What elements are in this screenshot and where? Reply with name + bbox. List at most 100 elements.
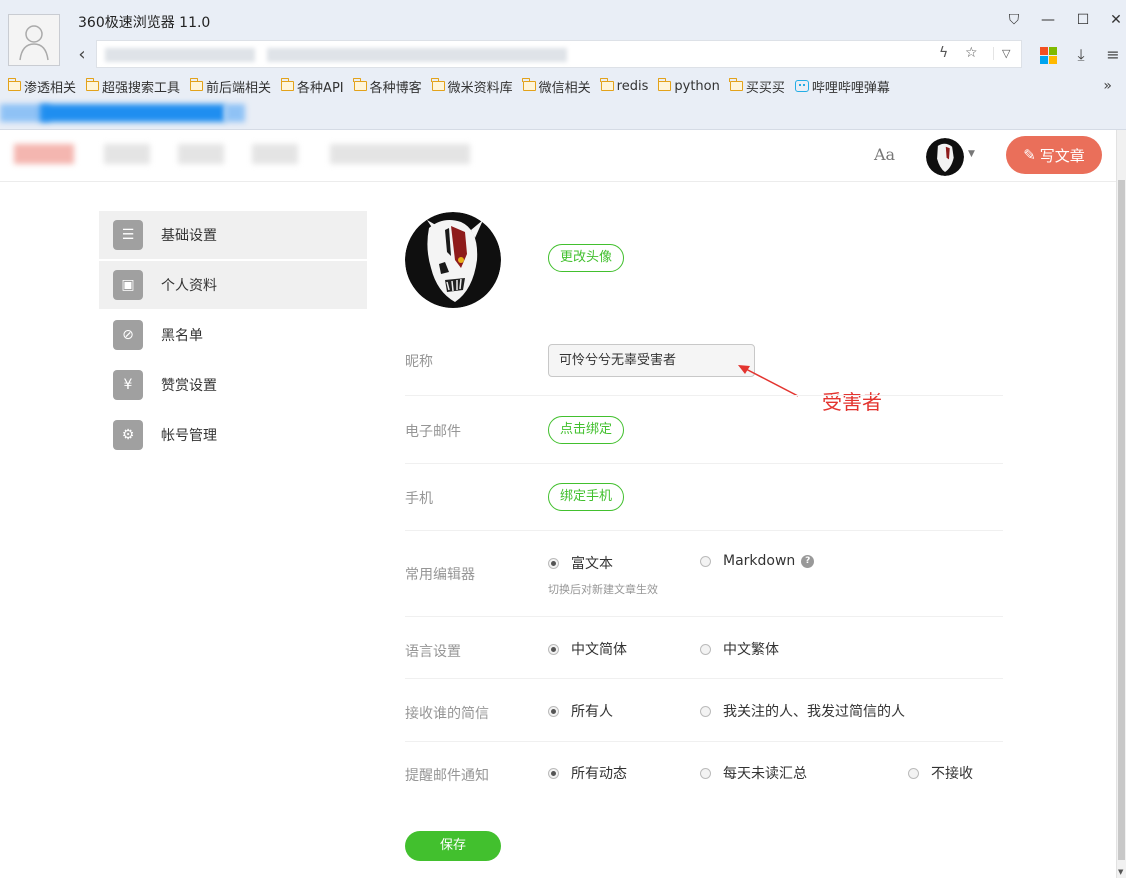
download-icon[interactable]: ⤓ [1070,44,1092,66]
yen-icon: ¥ [113,370,143,400]
bookmark-label: 各种API [297,80,344,96]
bilibili-icon [794,80,809,92]
dropdown-caret-icon[interactable]: ▼ [968,149,975,159]
blurred-url-text [267,48,567,62]
blurred-nav-item[interactable] [104,144,150,164]
radio-dot[interactable] [548,767,559,779]
bookmarks-bar: 渗透相关 超强搜索工具 前后端相关 各种API 各种博客 微米资料库 微信相关 redis py… [7,76,890,96]
chevron-down-icon[interactable]: ▽ [993,47,1010,60]
write-article-label: 写文章 [1039,146,1085,165]
divider [405,463,1003,464]
maximize-button[interactable]: ☐ [1071,8,1095,32]
user-avatar[interactable] [926,138,964,176]
bookmark-item[interactable]: 买买买 [729,77,785,96]
messages-label: 接收谁的简信 [405,706,489,722]
bookmark-item[interactable]: 渗透相关 [7,77,76,96]
radio-dot[interactable] [548,557,559,569]
browser-profile-avatar-icon[interactable] [8,14,60,66]
skin-icon[interactable]: ⛉ [1002,8,1026,32]
folder-icon [729,78,743,91]
folder-icon [353,78,367,91]
bind-phone-button[interactable]: 绑定手机 [548,483,625,511]
bookmarks-more-button[interactable]: » [1103,78,1112,94]
sidebar-item-account[interactable]: ⚙ 帐号管理 [99,411,367,459]
help-icon[interactable]: ? [801,554,815,568]
close-button[interactable]: ✕ [1104,8,1126,32]
radio-label: 中文繁体 [723,642,779,658]
bookmark-item[interactable]: python [657,78,720,94]
apps-icon[interactable] [1038,44,1060,66]
minimize-button[interactable]: — [1036,8,1060,32]
radio-dot[interactable] [548,643,559,655]
radio-notify-all[interactable]: 所有动态 [548,763,627,783]
nickname-label: 昵称 [405,354,433,370]
radio-markdown[interactable]: Markdown ? [700,553,815,569]
bookmark-item[interactable]: 各种API [280,77,344,96]
radio-dot[interactable] [908,767,919,779]
bookmark-item[interactable]: redis [600,78,648,94]
bookmark-label: 超强搜索工具 [102,80,181,96]
profile-card-icon: ▣ [113,270,143,300]
bookmark-label: python [674,78,720,94]
sidebar-item-basic-settings[interactable]: ☰ 基础设置 [99,211,367,259]
annotation-arrow [738,365,799,397]
site-header: Aa ▼ ✎ 写文章 [0,130,1116,182]
address-bar[interactable]: ϟ ☆ ▽ [96,40,1022,68]
blurred-nav-item[interactable] [178,144,224,164]
radio-traditional-chinese[interactable]: 中文繁体 [700,639,779,659]
menu-icon[interactable]: ≡ [1102,44,1124,66]
gear-icon: ⚙ [113,420,143,450]
divider [405,530,1003,531]
nickname-input[interactable]: 可怜兮兮无辜受害者 [548,344,755,377]
radio-simplified-chinese[interactable]: 中文简体 [548,639,627,659]
sidebar-item-label: 个人资料 [161,278,217,294]
radio-messages-everyone[interactable]: 所有人 [548,701,613,721]
bookmark-item[interactable]: 微信相关 [522,77,591,96]
radio-dot[interactable] [548,705,559,717]
divider [405,395,1003,396]
folder-icon [657,78,672,91]
radio-notify-none[interactable]: 不接收 [908,763,973,783]
bookmark-item[interactable]: 超强搜索工具 [85,77,181,96]
radio-messages-following[interactable]: 我关注的人、我发过简信的人 [700,701,905,721]
blurred-nav-item[interactable] [252,144,298,164]
radio-label: 我关注的人、我发过简信的人 [723,704,905,720]
blurred-tab [225,104,245,122]
folder-icon [431,78,445,91]
sidebar-item-reward-settings[interactable]: ¥ 赞赏设置 [99,361,367,409]
scroll-down-arrow-icon[interactable]: ▼ [1118,868,1123,876]
browser-chrome: 360极速浏览器 11.0 ⛉ — ☐ ✕ ‹ ϟ ☆ ▽ ⤓ ≡ 渗透相关 超强… [0,0,1126,130]
list-icon: ☰ [113,220,143,250]
bookmark-item[interactable]: 微米资料库 [431,77,513,96]
bookmark-item[interactable]: 前后端相关 [189,77,271,96]
sidebar-item-profile[interactable]: ▣ 个人资料 [99,261,367,309]
radio-dot[interactable] [700,643,711,655]
lightning-icon[interactable]: ϟ [939,45,948,61]
radio-dot[interactable] [700,767,711,779]
back-arrow-icon[interactable]: ‹ [72,44,92,65]
change-avatar-button[interactable]: 更改头像 [548,244,625,272]
star-icon[interactable]: ☆ [965,45,978,61]
sidebar-item-blacklist[interactable]: ⊘ 黑名单 [99,311,367,359]
page-scrollbar[interactable]: ▼ [1116,130,1126,878]
folder-icon [280,78,295,91]
radio-dot[interactable] [700,555,711,567]
sidebar-item-label: 帐号管理 [161,428,217,444]
scrollbar-thumb[interactable] [1118,180,1125,860]
bookmark-label: 微信相关 [538,80,591,96]
write-article-button[interactable]: ✎ 写文章 [1006,136,1102,174]
bookmark-item[interactable]: 各种博客 [353,77,422,96]
radio-dot[interactable] [700,705,711,717]
bookmark-item[interactable]: 哔哩哔哩弹幕 [794,77,890,96]
bind-email-button[interactable]: 点击绑定 [548,416,625,444]
radio-rich-text[interactable]: 富文本 [548,553,613,573]
bookmark-label: 哔哩哔哩弹幕 [811,80,890,96]
radio-notify-daily[interactable]: 每天未读汇总 [700,763,807,783]
save-button[interactable]: 保存 [405,831,501,861]
email-label: 电子邮件 [405,424,461,440]
blurred-search-input[interactable] [330,144,470,164]
radio-label: 富文本 [571,556,613,572]
folder-icon [522,78,536,91]
font-toggle-button[interactable]: Aa [874,145,895,164]
ban-icon: ⊘ [113,320,143,350]
